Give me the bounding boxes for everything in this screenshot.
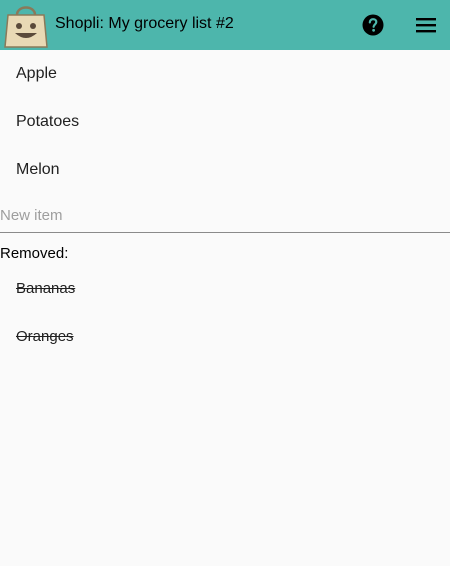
list-item-potatoes[interactable]: Potatoes [0, 98, 450, 146]
app-title: Shopli: My grocery list #2 [55, 15, 234, 32]
removed-list: Bananas Oranges [0, 264, 450, 360]
removed-item-oranges[interactable]: Oranges [0, 312, 450, 360]
removed-item-bananas[interactable]: Bananas [0, 264, 450, 312]
grocery-bag-smiley-icon [4, 6, 48, 48]
new-item-input[interactable] [0, 199, 450, 233]
removed-heading: Removed: [0, 245, 69, 262]
grocery-list: Apple Potatoes Melon [0, 50, 450, 194]
list-item-apple[interactable]: Apple [0, 50, 450, 98]
list-item-melon[interactable]: Melon [0, 146, 450, 194]
app-bar: Shopli: My grocery list #2 [0, 0, 450, 50]
help-circle-icon[interactable] [362, 14, 384, 36]
hamburger-menu-icon[interactable] [415, 15, 437, 35]
